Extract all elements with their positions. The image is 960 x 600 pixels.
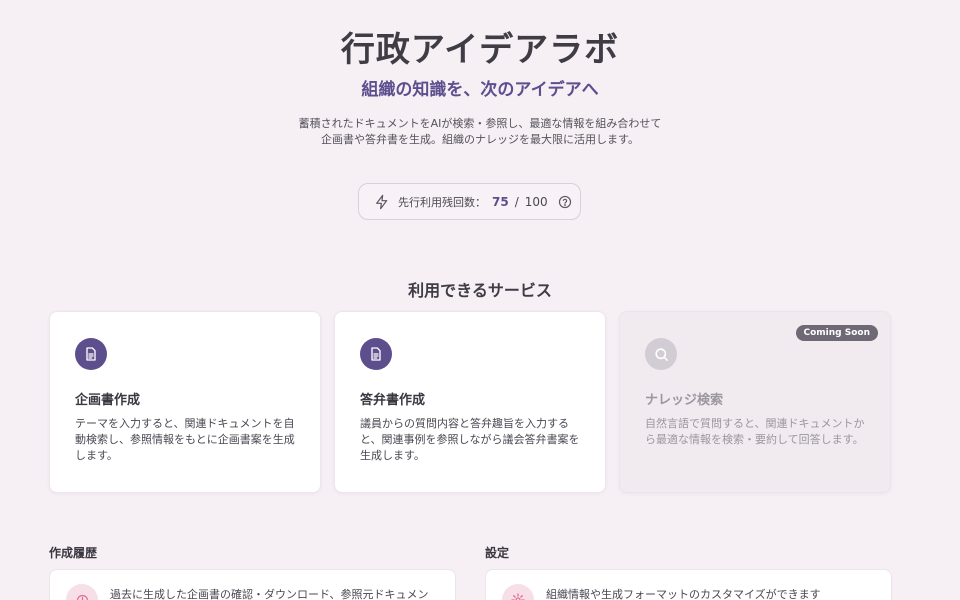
usage-quota-badge: 先行利用残回数： 75 / 100 (358, 183, 581, 220)
history-description: 過去に生成した企画書の確認・ダウンロード、参照元ドキュメン (110, 588, 429, 600)
description-line-1: 蓄積されたドキュメントをAIが検索・参照し、最適な情報を組み合わせて (298, 117, 662, 130)
page-description: 蓄積されたドキュメントをAIが検索・参照し、最適な情報を組み合わせて 企画書や答… (0, 116, 960, 148)
settings-description: 組織情報や生成フォーマットのカスタマイズができます (546, 588, 821, 600)
quota-remaining: 75 (492, 194, 509, 209)
search-icon (645, 338, 677, 370)
coming-soon-badge: Coming Soon (795, 325, 878, 341)
gear-icon (502, 584, 534, 600)
card-title: 答弁書作成 (360, 393, 426, 408)
history-panel[interactable]: 過去に生成した企画書の確認・ダウンロード、参照元ドキュメン (49, 569, 456, 600)
card-description: テーマを入力すると、関連ドキュメントを自動検索し、参照情報をもとに企画書案を生成… (75, 417, 295, 462)
hero: 行政アイデアラボ 組織の知識を、次のアイデアへ 蓄積されたドキュメントをAIが検… (0, 28, 960, 148)
history-heading: 作成履歴 (49, 546, 98, 560)
page-title: 行政アイデアラボ (340, 30, 620, 70)
quota-total: 100 (524, 194, 548, 209)
page-subtitle: 組織の知識を、次のアイデアへ (361, 80, 599, 100)
bolt-icon (374, 194, 390, 210)
description-line-2: 企画書や答弁書を生成。組織のナレッジを最大限に活用します。 (321, 133, 639, 146)
card-description: 議員からの質問内容と答弁趣旨を入力すると、関連事例を参照しながら議会答弁書案を生… (360, 417, 580, 462)
quota-label: 先行利用残回数： (398, 195, 486, 209)
card-description: 自然言語で質問すると、関連ドキュメントから最適な情報を検索・要約して回答します。 (645, 417, 865, 446)
service-card-proposal[interactable]: 企画書作成 テーマを入力すると、関連ドキュメントを自動検索し、参照情報をもとに企… (49, 311, 321, 493)
document-icon (75, 338, 107, 370)
card-title: ナレッジ検索 (645, 393, 724, 408)
document-icon (360, 338, 392, 370)
service-card-answer[interactable]: 答弁書作成 議員からの質問内容と答弁趣旨を入力すると、関連事例を参照しながら議会… (334, 311, 606, 493)
services-heading: 利用できるサービス (408, 281, 552, 300)
card-title: 企画書作成 (75, 393, 141, 408)
settings-heading: 設定 (485, 546, 510, 560)
quota-separator: / (514, 194, 519, 209)
history-icon (66, 584, 98, 600)
service-card-knowledge-search: Coming Soon ナレッジ検索 自然言語で質問すると、関連ドキュメントから… (619, 311, 891, 493)
help-icon[interactable] (558, 195, 572, 209)
settings-panel[interactable]: 組織情報や生成フォーマットのカスタマイズができます (485, 569, 892, 600)
